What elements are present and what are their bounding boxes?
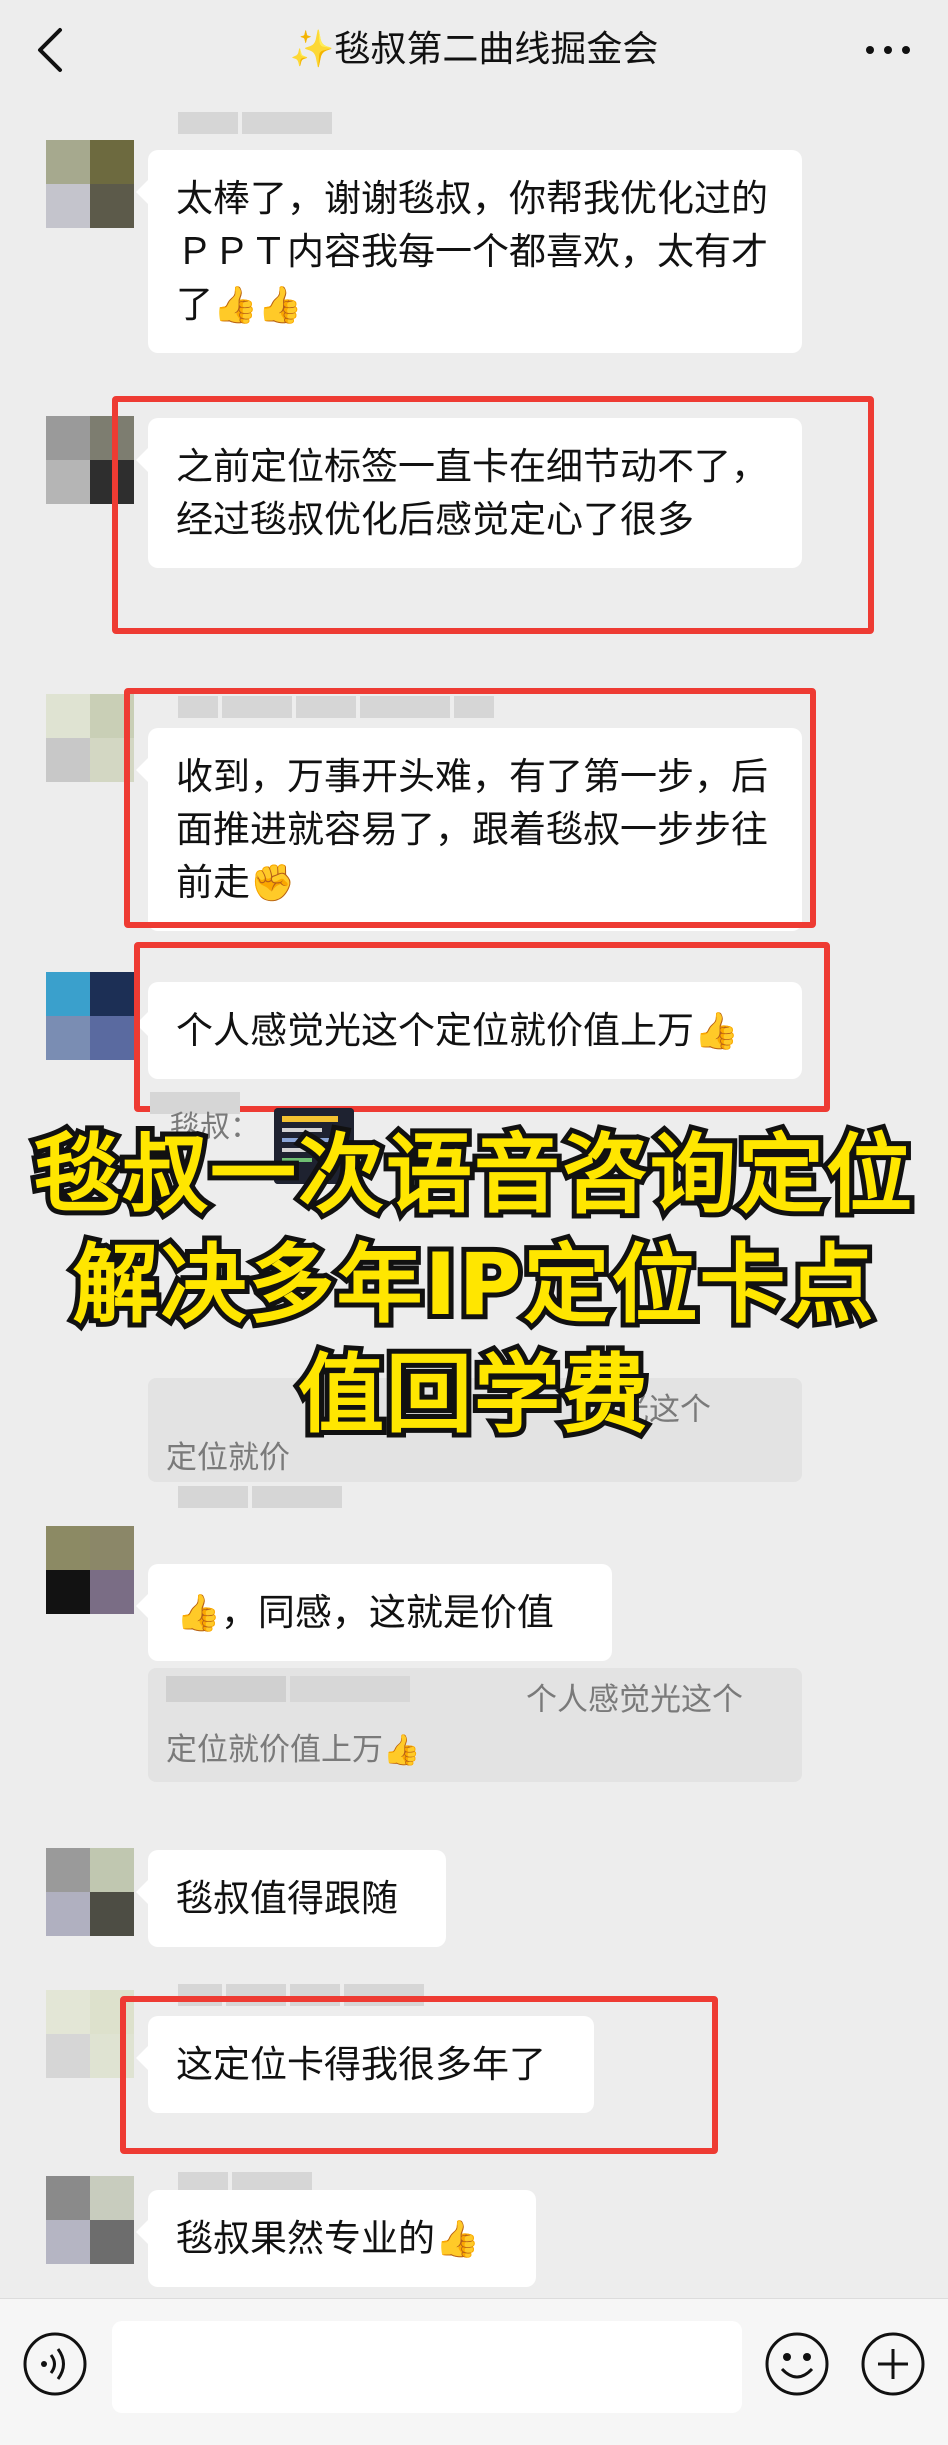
quote-text-line: 定位就价值上万👍 [166, 1726, 420, 1774]
sender-name [178, 1486, 342, 1508]
quote-sender-blur [166, 1676, 410, 1702]
chat-title: ✨毯叔第二曲线掘金会 [289, 29, 659, 70]
highlight-box [120, 1996, 718, 2154]
sender-name [178, 112, 332, 134]
overlay-line-2: 解决多年IP定位卡点 [67, 1230, 878, 1340]
message-bubble[interactable]: 毯叔果然专业的👍 [136, 2190, 536, 2287]
message-bubble[interactable]: 👍，同感，这就是价值 [136, 1564, 612, 1661]
avatar[interactable] [46, 694, 134, 782]
message-bubble[interactable]: 毯叔值得跟随 [136, 1850, 446, 1947]
plus-icon[interactable] [858, 2329, 928, 2399]
emoji-icon[interactable] [762, 2329, 832, 2399]
avatar[interactable] [46, 1526, 134, 1614]
message-bubble[interactable]: 太棒了，谢谢毯叔，你帮我优化过的ＰＰＴ内容我每一个都喜欢，太有才了👍👍 [136, 150, 802, 353]
quote-text: 定位就价值上万 [166, 1732, 383, 1768]
message-text: ，同感，这就是价值 [220, 1591, 554, 1634]
avatar[interactable] [46, 1848, 134, 1936]
thumbs-up-icon: 👍 [176, 1593, 221, 1634]
avatar[interactable] [46, 2176, 134, 2264]
message-text: 毯叔果然专业的 [176, 2217, 435, 2260]
overlay-line-1: 毯叔一次语音咨询定位 [29, 1120, 917, 1230]
message-text: 毯叔值得跟随 [176, 1877, 398, 1920]
chat-input-bar [0, 2298, 948, 2445]
quoted-message[interactable]: 个人感觉光这个 定位就价值上万👍 [148, 1668, 802, 1782]
more-dots-icon[interactable] [858, 30, 918, 70]
quote-text: 个人感觉光这个 [526, 1682, 743, 1718]
highlight-box [124, 688, 816, 928]
overlay-headline: 毯叔一次语音咨询定位 解决多年IP定位卡点 值回学费 [0, 1120, 948, 1450]
message-input[interactable] [112, 2321, 742, 2413]
avatar[interactable] [46, 140, 134, 228]
thumbs-up-icon: 👍👍 [213, 285, 303, 326]
highlight-box [112, 396, 874, 634]
avatar[interactable] [46, 972, 134, 1060]
overlay-line-3: 值回学费 [293, 1340, 653, 1450]
highlight-box [134, 942, 830, 1112]
voice-icon[interactable] [20, 2329, 90, 2399]
thumbs-up-icon: 👍 [435, 2219, 480, 2260]
thumbs-up-icon: 👍 [383, 1733, 421, 1768]
chat-header: ✨毯叔第二曲线掘金会 [0, 0, 948, 100]
